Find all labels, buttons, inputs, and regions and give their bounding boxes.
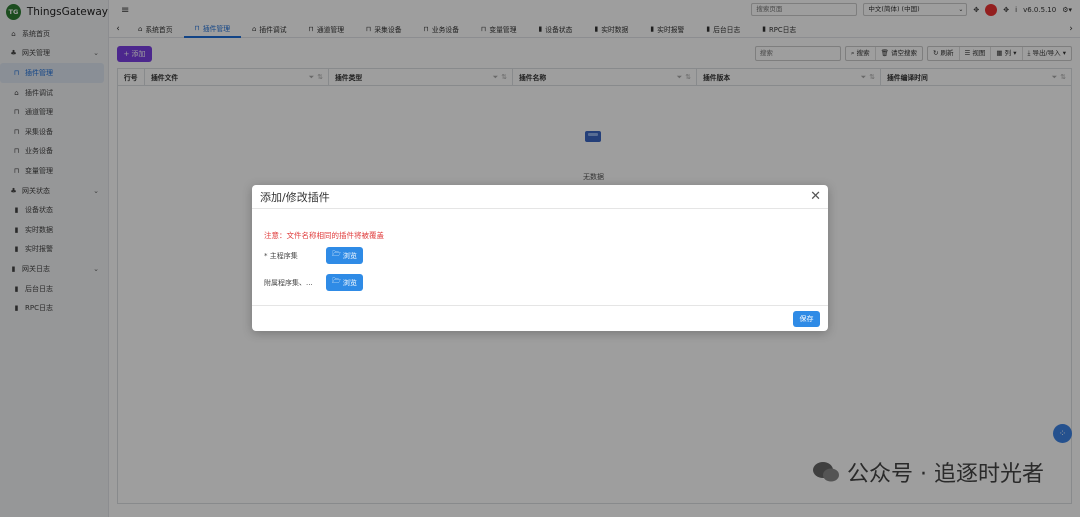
dialog-footer: 保存 [252,305,828,331]
folder-open-icon: 🗁 [332,277,341,285]
main-assembly-label: * 主程序集 [264,251,298,260]
add-plugin-dialog: 添加/修改插件 ✕ 注意：文件名称相同的插件将被覆盖 * 主程序集 🗁 浏览 附属… [252,185,828,331]
dialog-body: 注意：文件名称相同的插件将被覆盖 * 主程序集 🗁 浏览 附属程序集、... 🗁 浏… [252,209,828,305]
extra-assembly-row: 附属程序集、... 🗁 浏览 [264,274,363,291]
save-button[interactable]: 保存 [793,311,820,327]
close-icon[interactable]: ✕ [810,190,821,203]
main-assembly-row: * 主程序集 🗁 浏览 [264,247,363,264]
dialog-title: 添加/修改插件 [260,190,330,204]
dialog-header: 添加/修改插件 ✕ [252,185,828,209]
overwrite-warning: 注意：文件名称相同的插件将被覆盖 [264,231,384,240]
browse-main-button[interactable]: 🗁 浏览 [326,247,363,264]
folder-open-icon: 🗁 [332,250,341,258]
browse-extra-button[interactable]: 🗁 浏览 [326,274,363,291]
extra-assembly-label: 附属程序集、... [264,278,313,287]
